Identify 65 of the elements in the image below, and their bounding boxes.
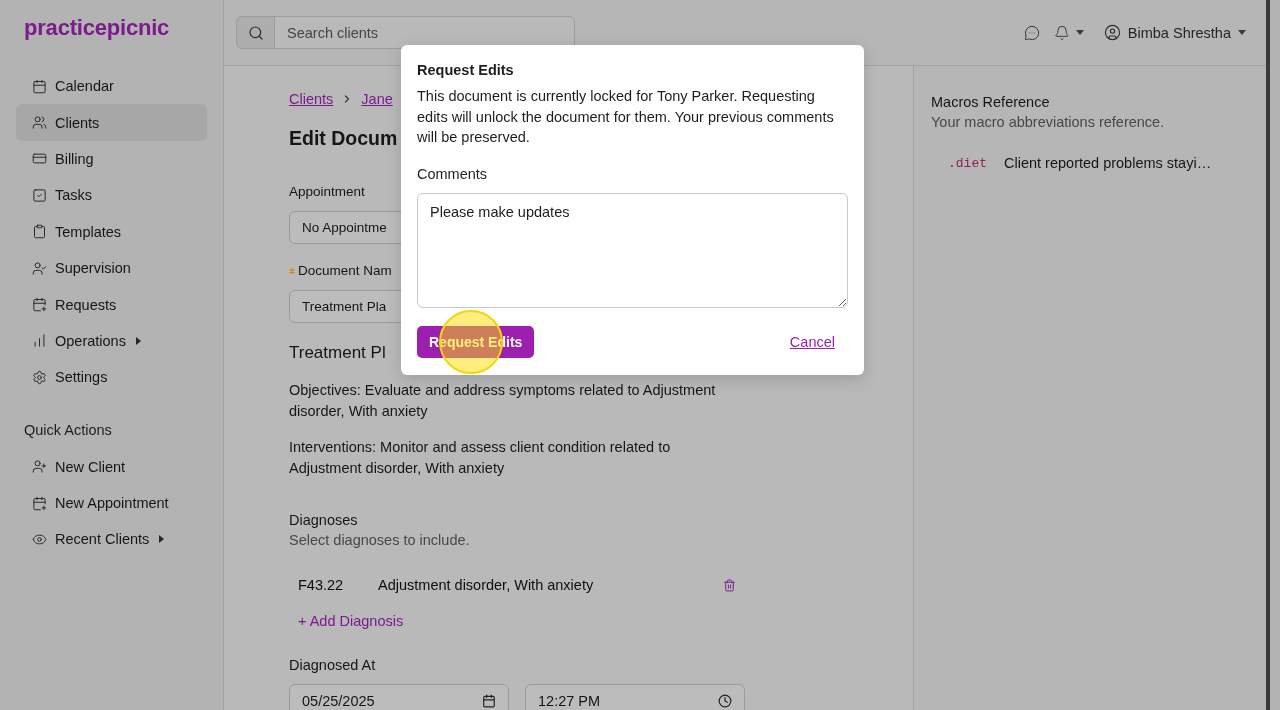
sidebar-item[interactable]: Requests [16,286,207,323]
users-icon [32,115,47,131]
date-field[interactable]: 05/25/2025 [289,684,509,710]
calendar-plus-icon [32,495,47,511]
user-avatar-icon [1103,24,1121,41]
macro-text: Client reported problems stayi… [1004,155,1212,171]
sidebar-item[interactable]: Tasks [16,177,207,214]
sidebar-item[interactable]: Recent Clients [16,521,207,558]
clock-icon[interactable] [718,693,732,708]
sidebar-item[interactable]: Templates [16,213,207,250]
field-label: Appointment [289,183,365,201]
eye-icon [32,532,47,547]
field-label: Diagnoses [289,511,358,530]
field-hint: Select diagnoses to include. [289,531,470,550]
diagnosis-name: Adjustment disorder, With anxiety [378,577,594,593]
panel-subtitle: Your macro abbreviations reference. [931,113,1165,132]
breadcrumb-link[interactable]: Clients [289,91,334,107]
field-label: Comments [417,164,488,184]
caret-icon[interactable] [1075,30,1084,35]
delete-button[interactable] [723,578,736,592]
field-label: Diagnosed At [289,656,376,675]
bell-icon[interactable] [1053,24,1070,41]
caret-icon [1238,30,1246,35]
checkbox-icon [32,187,47,203]
logo[interactable]: practicepicnic [24,16,170,40]
credit-card-icon [32,151,47,167]
settings-icon [32,369,47,385]
clipboard-icon [32,224,47,240]
scrollbar[interactable] [1266,0,1270,710]
add-diagnosis-link[interactable]: + Add Diagnosis [298,611,404,631]
sidebar-item[interactable]: Clients [16,104,207,141]
sidebar-item[interactable]: Operations [16,322,207,360]
panel-title: Macros Reference [931,93,1050,112]
search-icon [247,24,264,41]
calendar-icon[interactable] [482,693,496,708]
user-check-icon [32,260,47,276]
calendar-icon [32,78,47,94]
search-button[interactable] [236,16,275,49]
user-menu[interactable]: Bimba Shrestha [1103,24,1246,41]
section-heading: Quick Actions [24,420,112,440]
comments-field[interactable]: Please make updates [417,192,848,308]
sidebar-item[interactable]: Billing [16,140,207,178]
page-title: Edit Docum [289,126,398,151]
breadcrumb-link[interactable]: Jane [361,91,393,107]
sidebar-item[interactable]: New Appointment [16,484,207,522]
time-field[interactable]: 12:27 PM [525,684,745,710]
plan-paragraph: Interventions: Monitor and assess client condition related to Adjustment disorder, With anxiety [289,438,672,478]
field-label: Document Nam [298,262,392,280]
section-title: Treatment Pl [289,342,386,364]
cancel-link[interactable]: Cancel [776,333,848,350]
user-plus-icon [32,459,47,475]
bar-chart-icon [32,333,47,349]
sidebar-item[interactable]: Calendar [16,68,207,105]
calendar-plus-icon [32,297,47,313]
sidebar-item[interactable]: Supervision [16,249,207,287]
dialog-message: This document is currently locked for Tony Parker. Requesting edits will unlock the document for them. Your previous comments will be preserved. [417,87,835,147]
sidebar-item[interactable]: Settings [16,359,207,396]
chat-icon[interactable] [1023,24,1040,41]
macro-abbreviation: .diet [948,155,987,171]
diagnosis-code: F43.22 [298,577,345,593]
trash-icon [723,578,736,592]
plan-paragraph: Objectives: Evaluate and address symptoms related to Adjustment disorder, With anxiety [289,381,717,421]
dialog-title: Request Edits [417,61,514,80]
sidebar-item[interactable]: New Client [16,448,207,485]
search-field[interactable]: Search clients [275,16,575,49]
